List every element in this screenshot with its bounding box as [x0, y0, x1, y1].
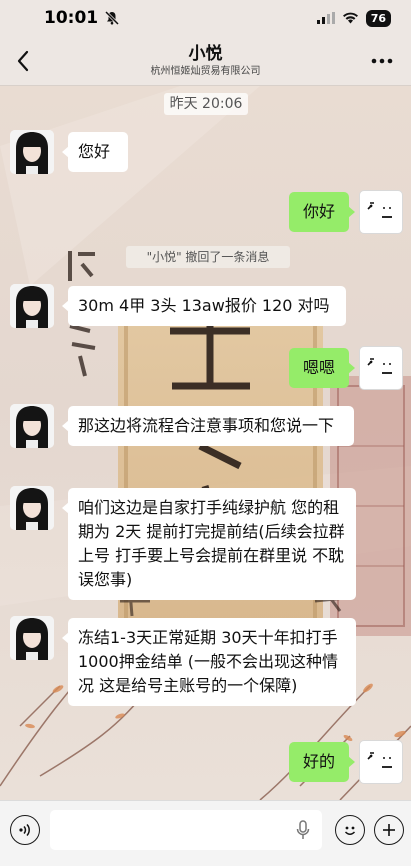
message-text: 冻结1-3天正常延期 30天十年扣打手1000押金结单 (一般不会出现这种情况 … — [78, 628, 339, 695]
input-bar — [0, 800, 411, 866]
contact-avatar[interactable] — [10, 486, 54, 530]
mic-icon[interactable] — [296, 820, 310, 840]
incoming-message-bubble[interactable]: 冻结1-3天正常延期 30天十年扣打手1000押金结单 (一般不会出现这种情况 … — [62, 618, 356, 706]
status-time-group: 10:01 — [44, 8, 120, 28]
message-text: 你好 — [302, 202, 335, 221]
signal-icon — [316, 12, 335, 24]
avatar-image — [10, 130, 54, 174]
more-button[interactable] — [365, 46, 399, 76]
contact-avatar[interactable] — [10, 130, 54, 174]
emoji-button[interactable] — [335, 815, 365, 845]
avatar-image — [10, 404, 54, 448]
chat-subtitle: 杭州恒姬灿贸易有限公司 — [150, 65, 261, 77]
message-text: 30m 4甲 3头 13aw报价 120 对吗 — [78, 296, 330, 315]
self-avatar-image — [367, 752, 392, 768]
incoming-message-bubble[interactable]: 那这边将流程合注意事项和您说一下 — [62, 406, 354, 446]
chat-title: 小悦 — [188, 43, 223, 64]
status-bar: 10:01 76 — [0, 0, 411, 36]
self-avatar-image — [367, 358, 392, 374]
battery-indicator: 76 — [365, 9, 391, 27]
self-avatar[interactable] — [359, 190, 403, 234]
title-block[interactable]: 小悦 杭州恒姬灿贸易有限公司 — [151, 43, 261, 79]
incoming-message-bubble[interactable]: 咱们这边是自家打手纯绿护航 您的租期为 2天 提前打完提前结(后续会拉群上号 打… — [62, 488, 356, 600]
contact-avatar[interactable] — [10, 616, 54, 660]
bell-slash-icon — [105, 10, 120, 26]
voice-icon — [19, 823, 30, 837]
message-input[interactable] — [50, 810, 322, 850]
message-text: 那这边将流程合注意事项和您说一下 — [78, 416, 335, 435]
self-avatar[interactable] — [359, 346, 403, 390]
incoming-message-bubble[interactable]: 您好 — [62, 132, 128, 172]
add-attachment-button[interactable] — [374, 815, 404, 845]
plus-icon — [383, 824, 395, 836]
message-text: 咱们这边是自家打手纯绿护航 您的租期为 2天 提前打完提前结(后续会拉群上号 打… — [78, 498, 345, 589]
outgoing-message-bubble[interactable]: 嗯嗯 — [289, 348, 355, 388]
voice-toggle-button[interactable] — [10, 815, 40, 845]
wifi-icon — [342, 12, 358, 24]
outgoing-message-bubble[interactable]: 你好 — [289, 192, 355, 232]
message-text: 好的 — [302, 752, 335, 771]
contact-avatar[interactable] — [10, 404, 54, 448]
chat-area[interactable]: 昨天 20:06 您好 你好 "小悦" 撤回了一条消息 30m 4甲 3头 13… — [0, 86, 411, 800]
avatar-image — [10, 616, 54, 660]
message-timestamp: 昨天 20:06 — [164, 93, 248, 115]
contact-avatar[interactable] — [10, 284, 54, 328]
outgoing-message-bubble[interactable]: 好的 — [289, 742, 355, 782]
avatar-image — [10, 486, 54, 530]
self-avatar[interactable] — [359, 740, 403, 784]
avatar-image — [10, 284, 54, 328]
message-text: 嗯嗯 — [302, 358, 335, 377]
self-avatar-image — [367, 202, 392, 218]
back-button[interactable] — [8, 46, 38, 76]
emoji-icon — [344, 826, 356, 835]
more-dots-icon — [371, 58, 393, 64]
chat-header: 小悦 杭州恒姬灿贸易有限公司 — [0, 36, 411, 86]
chevron-left-icon — [17, 50, 29, 72]
recall-notice: "小悦" 撤回了一条消息 — [126, 246, 290, 268]
status-time: 10:01 — [44, 8, 99, 28]
incoming-message-bubble[interactable]: 30m 4甲 3头 13aw报价 120 对吗 — [62, 286, 346, 326]
status-indicators: 76 — [316, 9, 391, 27]
message-text: 您好 — [78, 142, 111, 161]
